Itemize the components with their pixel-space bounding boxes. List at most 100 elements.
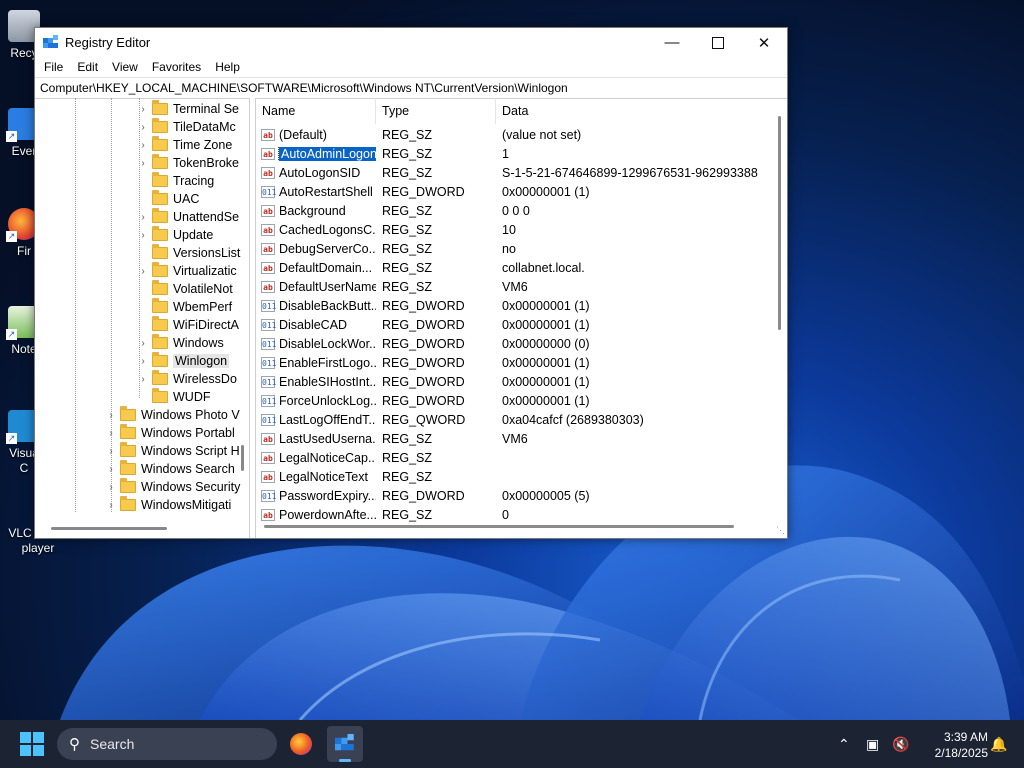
registry-value-row[interactable]: ab DefaultUserName REG_SZ VM6 [256, 277, 787, 296]
column-header-type[interactable]: Type [376, 98, 496, 124]
list-header: Name Type Data [256, 98, 787, 125]
key-tree-pane[interactable]: › Terminal Se › TileDataMc › Time Zone › TokenB… [35, 98, 250, 538]
chevron-right-icon[interactable]: › [137, 212, 149, 223]
registry-value-row[interactable]: ab CachedLogonsC... REG_SZ 10 [256, 220, 787, 239]
start-button[interactable] [20, 732, 44, 756]
registry-value-row[interactable]: ab (Default) REG_SZ (value not set) [256, 125, 787, 144]
minimize-icon: — [664, 34, 680, 51]
registry-value-row[interactable]: ab LastUsedUserna... REG_SZ VM6 [256, 429, 787, 448]
binary-value-icon: 011 [261, 318, 277, 331]
tree-node[interactable]: UAC [137, 190, 199, 208]
menu-file[interactable]: File [37, 60, 70, 74]
folder-icon [152, 262, 168, 277]
chevron-right-icon[interactable]: › [137, 356, 149, 367]
minimize-button[interactable]: — [649, 28, 695, 57]
chevron-right-icon[interactable]: › [105, 410, 117, 421]
registry-value-row[interactable]: 011 ForceUnlockLog... REG_DWORD 0x00000001 … [256, 391, 787, 410]
tree-node[interactable]: › TileDataMc [137, 118, 236, 136]
search-placeholder: Search [90, 736, 135, 752]
tree-node[interactable]: › Winlogon [137, 352, 230, 370]
tree-node[interactable]: › Time Zone [137, 136, 232, 154]
chevron-right-icon[interactable]: › [137, 338, 149, 349]
tree-node[interactable]: › TokenBroke [137, 154, 239, 172]
tree-node[interactable]: › WindowsMitigati [105, 496, 231, 514]
registry-value-row[interactable]: 011 DisableLockWor... REG_DWORD 0x00000000 … [256, 334, 787, 353]
tree-node[interactable]: WbemPerf [137, 298, 232, 316]
show-hidden-icons-chevron-icon[interactable]: ⌃ [838, 736, 850, 753]
tree-node[interactable]: › Virtualizatic [137, 262, 237, 280]
tree-node[interactable]: VersionsList [137, 244, 240, 262]
volume-muted-icon[interactable]: 🔇 [892, 736, 909, 753]
windows-logo-icon [20, 732, 44, 756]
maximize-icon [712, 36, 724, 49]
registry-value-row[interactable]: 011 PasswordExpiry... REG_DWORD 0x00000005 … [256, 486, 787, 505]
value-type-cell: REG_SZ [382, 431, 433, 446]
chevron-right-icon[interactable]: › [105, 464, 117, 475]
chevron-right-icon[interactable]: › [137, 122, 149, 133]
taskbar-firefox[interactable] [283, 726, 319, 762]
chevron-right-icon[interactable]: › [137, 140, 149, 151]
registry-value-row[interactable]: 011 EnableFirstLogo... REG_DWORD 0x00000001… [256, 353, 787, 372]
tree-scroll-thumb[interactable] [241, 445, 244, 471]
tree-node[interactable]: WiFiDirectA [137, 316, 239, 334]
tree-node[interactable]: VolatileNot [137, 280, 233, 298]
taskbar-registry-editor[interactable] [327, 726, 363, 762]
maximize-button[interactable] [695, 28, 741, 57]
network-icon[interactable]: ▣ [866, 736, 879, 753]
list-horizontal-scrollbar[interactable] [264, 525, 734, 528]
tree-node[interactable]: › Update [137, 226, 213, 244]
menu-help[interactable]: Help [208, 60, 247, 74]
tree-node-label: Virtualizatic [173, 264, 237, 278]
menu-favorites[interactable]: Favorites [145, 60, 208, 74]
column-header-name[interactable]: Name [256, 98, 376, 124]
chevron-right-icon[interactable]: › [137, 104, 149, 115]
tree-node[interactable]: › Windows Portabl [105, 424, 235, 442]
value-type-cell: REG_DWORD [382, 355, 465, 370]
list-vertical-scrollbar[interactable] [778, 116, 781, 330]
registry-value-row[interactable]: ab PowerdownAfte... REG_SZ 0 [256, 505, 787, 524]
tree-horizontal-scrollbar[interactable] [51, 527, 167, 530]
tree-node[interactable]: › WirelessDo [137, 370, 237, 388]
tree-node[interactable]: › Windows [137, 334, 224, 352]
tree-node[interactable]: › Windows Script H [105, 442, 240, 460]
chevron-right-icon[interactable]: › [137, 230, 149, 241]
registry-value-row[interactable]: 011 EnableSIHostInt... REG_DWORD 0x00000001… [256, 372, 787, 391]
tree-node[interactable]: › Windows Security [105, 478, 240, 496]
value-name: (Default) [279, 127, 327, 142]
taskbar-clock[interactable]: 3:39 AM 2/18/2025 [918, 729, 988, 761]
registry-value-row[interactable]: ab Background REG_SZ 0 0 0 [256, 201, 787, 220]
registry-value-row[interactable]: 011 AutoRestartShell REG_DWORD 0x00000001 (… [256, 182, 787, 201]
chevron-right-icon[interactable]: › [137, 158, 149, 169]
menu-view[interactable]: View [105, 60, 145, 74]
tree-node[interactable]: › UnattendSe [137, 208, 239, 226]
chevron-right-icon[interactable]: › [137, 374, 149, 385]
close-button[interactable]: ✕ [741, 28, 787, 57]
registry-value-row[interactable]: ab LegalNoticeCap... REG_SZ [256, 448, 787, 467]
registry-value-row[interactable]: ab LegalNoticeText REG_SZ [256, 467, 787, 486]
registry-value-row[interactable]: ab DefaultDomain... REG_SZ collabnet.local. [256, 258, 787, 277]
registry-value-row[interactable]: ab DebugServerCo... REG_SZ no [256, 239, 787, 258]
tree-node[interactable]: WUDF [137, 388, 211, 406]
registry-value-row[interactable]: 011 DisableBackButt... REG_DWORD 0x00000001… [256, 296, 787, 315]
tree-node[interactable]: › Windows Search [105, 460, 235, 478]
resize-grip-icon[interactable]: ⋱ [776, 525, 785, 536]
menu-edit[interactable]: Edit [70, 60, 105, 74]
column-header-data[interactable]: Data [496, 98, 776, 124]
value-name-cell: ab CachedLogonsC... [256, 223, 376, 237]
registry-value-row[interactable]: ab AutoLogonSID REG_SZ S-1-5-21-674646899-1… [256, 163, 787, 182]
registry-value-row[interactable]: ab AutoAdminLogon REG_SZ 1 [256, 144, 787, 163]
title-bar[interactable]: Registry Editor — ✕ [35, 28, 787, 57]
chevron-right-icon[interactable]: › [137, 266, 149, 277]
chevron-right-icon[interactable]: › [105, 446, 117, 457]
registry-value-row[interactable]: 011 DisableCAD REG_DWORD 0x00000001 (1) [256, 315, 787, 334]
chevron-right-icon[interactable]: › [105, 482, 117, 493]
taskbar-search-box[interactable]: ⚲ Search [57, 728, 277, 760]
tree-node[interactable]: › Terminal Se [137, 100, 239, 118]
tree-node[interactable]: Tracing [137, 172, 214, 190]
registry-value-row[interactable]: 011 LastLogOffEndT... REG_QWORD 0xa04cafcf … [256, 410, 787, 429]
chevron-right-icon[interactable]: › [105, 428, 117, 439]
address-bar[interactable]: Computer\HKEY_LOCAL_MACHINE\SOFTWARE\Mic… [35, 77, 787, 99]
tree-node[interactable]: › Windows Photo V [105, 406, 240, 424]
notifications-icon[interactable]: 🔔 [990, 736, 1007, 753]
chevron-right-icon[interactable]: › [105, 500, 117, 511]
